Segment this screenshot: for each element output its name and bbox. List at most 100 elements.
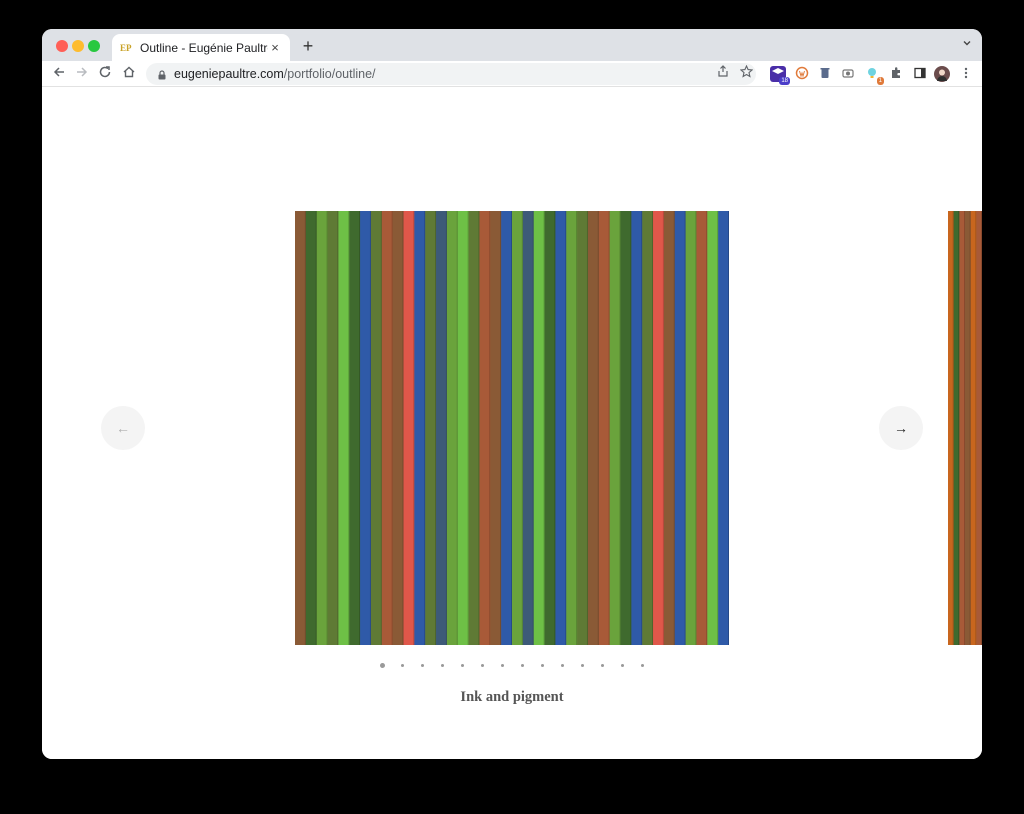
- stripe-edge: [478, 211, 480, 645]
- stripe-edge: [500, 211, 502, 645]
- stripe: [349, 211, 361, 645]
- maximize-window-button[interactable]: [88, 40, 100, 52]
- stripe-edge: [576, 211, 578, 645]
- pagination-dot[interactable]: [432, 663, 452, 667]
- pagination-dot[interactable]: [572, 663, 592, 667]
- pagination-dot[interactable]: [532, 663, 552, 667]
- stripe-edge: [981, 211, 982, 645]
- pagination-dot-mark: [460, 663, 464, 667]
- tab-close-icon[interactable]: ×: [268, 40, 282, 55]
- stripe-edge: [586, 211, 588, 645]
- share-icon[interactable]: [716, 65, 730, 79]
- pagination-dot[interactable]: [412, 663, 432, 667]
- arrow-left-icon: ←: [116, 420, 130, 436]
- stripe-edge: [348, 211, 350, 645]
- stripe-edge: [597, 211, 599, 645]
- address-bar[interactable]: eugeniepaultre.com/portfolio/outline/: [146, 63, 756, 85]
- stripe: [598, 211, 611, 645]
- pagination-dot[interactable]: [472, 663, 492, 667]
- reload-icon[interactable]: [96, 65, 114, 83]
- stripe: [653, 211, 665, 645]
- pagination-dot[interactable]: [392, 663, 412, 667]
- stripe: [707, 211, 719, 645]
- stripe: [544, 211, 556, 645]
- home-icon[interactable]: [120, 65, 138, 83]
- pagination-dot-mark: [379, 662, 385, 668]
- pagination-dot-mark: [560, 663, 564, 667]
- pagination-dot[interactable]: [492, 663, 512, 667]
- stripe: [457, 211, 470, 645]
- pagination-dot[interactable]: [592, 663, 612, 667]
- more-menu-icon[interactable]: [958, 66, 974, 82]
- pagination-dot-mark: [480, 663, 484, 667]
- lock-icon: [156, 68, 168, 80]
- browser-window: EP Outline - Eugénie Paultre × + eugenie…: [42, 29, 982, 759]
- next-slide-button[interactable]: →: [879, 406, 923, 450]
- stripe-edge: [337, 211, 339, 645]
- stripe: [501, 211, 513, 645]
- stripe: [663, 211, 676, 645]
- stripe-edge: [511, 211, 512, 645]
- stripe-edge: [969, 211, 971, 645]
- stripe-edge: [489, 211, 491, 645]
- tab-bar: EP Outline - Eugénie Paultre × +: [42, 29, 982, 61]
- stripe-edge: [717, 211, 719, 645]
- prev-slide-button[interactable]: ←: [101, 406, 145, 450]
- striped-painting-peek: [948, 211, 982, 645]
- stripe: [587, 211, 600, 645]
- stripe: [305, 211, 318, 645]
- extension-camera-icon[interactable]: [840, 66, 856, 82]
- pagination-dot-mark: [600, 663, 604, 667]
- stripe-edge: [684, 211, 686, 645]
- stripe: [316, 211, 329, 645]
- extension-trash-icon[interactable]: [817, 66, 833, 82]
- pagination-dot[interactable]: [452, 663, 472, 667]
- pagination-dot-mark: [440, 663, 444, 667]
- extension-lightbulb-icon[interactable]: 1: [864, 66, 884, 85]
- stripe-edge: [706, 211, 708, 645]
- extension-badge: 1: [876, 77, 884, 85]
- active-tab[interactable]: EP Outline - Eugénie Paultre ×: [112, 34, 290, 61]
- pagination-dot[interactable]: [552, 663, 572, 667]
- stripe-edge: [695, 211, 697, 645]
- url-host: eugeniepaultre.com: [174, 67, 284, 81]
- stripe: [381, 211, 394, 645]
- pagination-dot[interactable]: [612, 663, 632, 667]
- bookmark-star-icon[interactable]: [739, 64, 753, 79]
- stripe-edge: [467, 211, 469, 645]
- stripe-edge: [641, 211, 643, 645]
- new-tab-button[interactable]: +: [298, 36, 318, 56]
- stripe-edge: [532, 211, 534, 645]
- arrow-right-icon: →: [894, 420, 908, 436]
- artwork-image-current[interactable]: [295, 211, 729, 645]
- pagination-dot[interactable]: [632, 663, 652, 667]
- site-favicon-icon: EP: [120, 42, 132, 53]
- stripe-edge: [391, 211, 393, 645]
- stripe-edge: [652, 211, 654, 645]
- back-arrow-icon[interactable]: [50, 65, 68, 83]
- stripe-edge: [964, 211, 965, 645]
- stripe-edge: [662, 211, 664, 645]
- stripe: [414, 211, 426, 645]
- url-path: /portfolio/outline/: [283, 67, 376, 81]
- side-panel-icon[interactable]: [912, 66, 928, 82]
- forward-arrow-icon[interactable]: [73, 65, 91, 83]
- close-window-button[interactable]: [56, 40, 68, 52]
- tab-search-chevron-down-icon[interactable]: [962, 38, 972, 51]
- pagination-dot[interactable]: [512, 663, 532, 667]
- artwork-image-next-peek[interactable]: [948, 211, 982, 645]
- stripe-edge: [413, 211, 415, 645]
- minimize-window-button[interactable]: [72, 40, 84, 52]
- stripe-edge: [304, 211, 306, 645]
- extensions-puzzle-icon[interactable]: [888, 66, 904, 82]
- stripe-edge: [952, 211, 954, 645]
- pagination-dot-mark: [620, 663, 624, 667]
- pagination-dot-mark: [580, 663, 584, 667]
- stripe: [620, 211, 632, 645]
- profile-avatar[interactable]: [934, 66, 950, 82]
- stripe-edge: [326, 211, 328, 645]
- extension-graduation-cap-icon[interactable]: 18: [770, 66, 790, 85]
- extension-wordpress-icon[interactable]: [794, 66, 810, 82]
- pagination-dot[interactable]: [372, 662, 392, 668]
- tab-title: Outline - Eugénie Paultre: [140, 40, 268, 55]
